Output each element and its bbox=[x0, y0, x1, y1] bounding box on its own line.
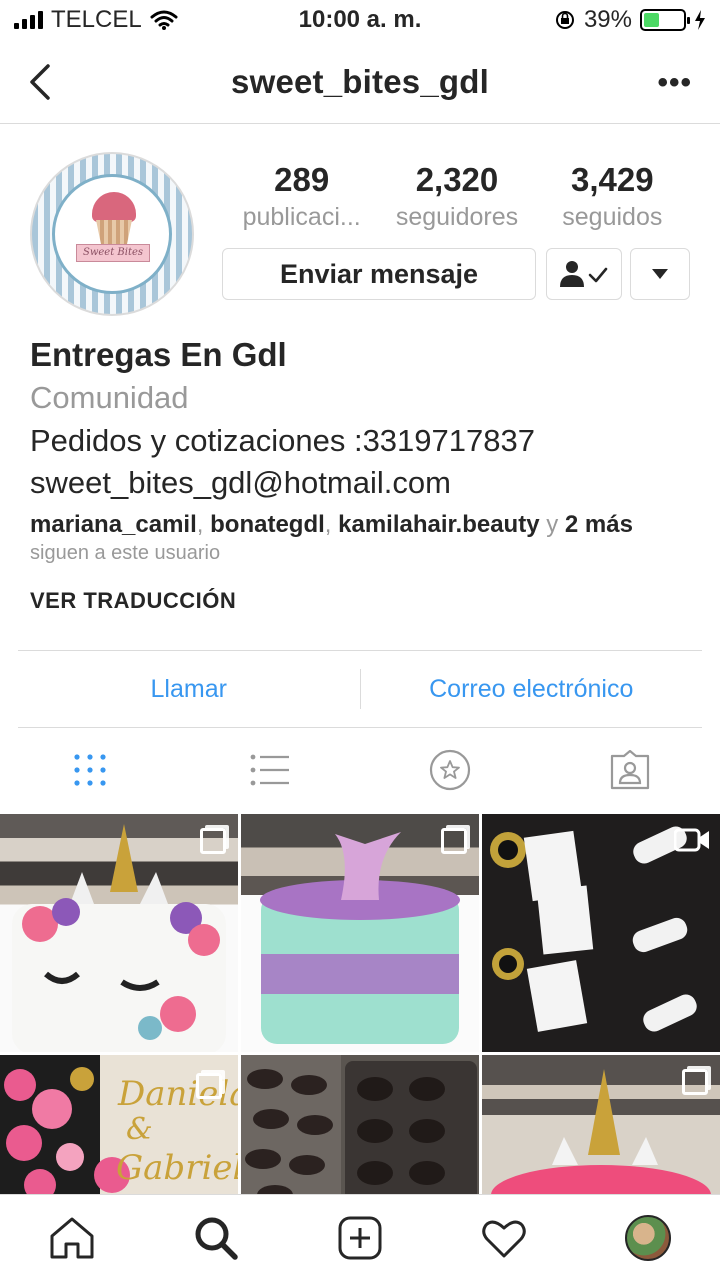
post-tile-wedding-decor[interactable]: Daniela & Gabriel bbox=[0, 1055, 238, 1205]
home-icon[interactable] bbox=[49, 1216, 95, 1260]
contact-bar: Llamar Correo electrónico bbox=[18, 650, 702, 728]
stat-label: publicaci... bbox=[242, 203, 361, 231]
suggested-dropdown-button[interactable] bbox=[630, 248, 690, 300]
carousel-icon bbox=[200, 828, 226, 854]
nav-profile[interactable] bbox=[576, 1214, 720, 1261]
tab-favorites[interactable] bbox=[360, 749, 540, 791]
separator: , bbox=[324, 511, 339, 538]
triangle-down-icon bbox=[652, 269, 668, 279]
bottom-navigation-bar bbox=[0, 1194, 720, 1280]
tab-tagged[interactable] bbox=[540, 750, 720, 790]
battery-fill bbox=[644, 13, 659, 27]
list-icon[interactable] bbox=[250, 753, 290, 787]
tile-script-text-3: Gabriel bbox=[116, 1148, 238, 1188]
nav-activity[interactable] bbox=[432, 1217, 576, 1259]
bio-email-line: sweet_bites_gdl@hotmail.com bbox=[30, 465, 451, 500]
stat-following[interactable]: 3,429 seguidos bbox=[535, 160, 690, 234]
profile-category: Comunidad bbox=[30, 380, 189, 415]
nav-search[interactable] bbox=[144, 1216, 288, 1260]
stat-value: 289 bbox=[274, 161, 330, 198]
cupcake-wrapper-shape bbox=[96, 220, 132, 246]
post-tile-unicorn-cake-2[interactable] bbox=[482, 1055, 720, 1205]
bio-phone-line: Pedidos y cotizaciones :3319717837 bbox=[30, 423, 535, 458]
treats-illustration bbox=[241, 1055, 477, 1205]
battery-percent: 39% bbox=[583, 6, 632, 33]
battery-icon bbox=[640, 9, 690, 31]
stat-label: seguidores bbox=[395, 203, 519, 231]
stat-value: 2,320 bbox=[415, 161, 499, 198]
email-button[interactable]: Correo electrónico bbox=[361, 675, 703, 704]
activity-icon[interactable] bbox=[481, 1217, 527, 1259]
back-chevron-icon[interactable] bbox=[22, 62, 62, 102]
carrier-name: TELCEL bbox=[51, 6, 142, 33]
wifi-icon bbox=[150, 10, 178, 30]
post-tile-unicorn-cake[interactable] bbox=[0, 814, 238, 1052]
status-bar: TELCEL 10:00 a. m. 39% bbox=[0, 0, 720, 40]
followed-more-prefix: y bbox=[546, 511, 559, 538]
followed-by-line[interactable]: mariana_camil, bonategdl, kamilahair.bea… bbox=[30, 511, 633, 539]
orientation-lock-icon bbox=[555, 11, 574, 29]
profile-nav-header: sweet_bites_gdl ••• bbox=[0, 40, 720, 124]
stat-label: seguidos bbox=[562, 203, 663, 231]
charging-bolt-icon bbox=[695, 10, 705, 30]
carousel-icon bbox=[682, 1069, 708, 1095]
profile-bio: Entregas En Gdl Comunidad Pedidos y coti… bbox=[30, 334, 700, 504]
post-tile-graduation-cupcakes[interactable] bbox=[482, 814, 720, 1052]
post-grid: Daniela & Gabriel bbox=[0, 814, 720, 1205]
video-camera-icon bbox=[674, 828, 709, 852]
send-message-button[interactable]: Enviar mensaje bbox=[222, 248, 536, 300]
call-button[interactable]: Llamar bbox=[18, 675, 360, 704]
following-button[interactable] bbox=[546, 248, 622, 300]
profile-stats: 289 publicaci... 2,320 seguidores 3,429 … bbox=[224, 160, 690, 234]
followed-more-count[interactable]: 2 más bbox=[565, 511, 633, 538]
profile-display-name: Entregas En Gdl bbox=[30, 336, 287, 373]
tile-script-text-2: & bbox=[126, 1112, 153, 1147]
battery-group: 39% bbox=[554, 6, 706, 34]
nav-new-post[interactable] bbox=[288, 1216, 432, 1260]
carrier-group: TELCEL bbox=[14, 6, 178, 34]
post-tile-mermaid-cake[interactable] bbox=[241, 814, 479, 1052]
tab-list[interactable] bbox=[180, 753, 360, 787]
post-tile-chocolate-treats[interactable] bbox=[241, 1055, 479, 1205]
carousel-icon bbox=[196, 1073, 222, 1099]
new-post-icon[interactable] bbox=[338, 1216, 382, 1260]
signal-icon bbox=[14, 11, 43, 29]
separator: , bbox=[196, 511, 211, 538]
followed-by-subtitle: siguen a este usuario bbox=[30, 542, 221, 564]
search-icon[interactable] bbox=[194, 1216, 238, 1260]
profile-avatar[interactable]: Sweet Bites bbox=[30, 152, 194, 316]
profile-tab-bar bbox=[0, 740, 720, 800]
more-options-icon[interactable]: ••• bbox=[657, 66, 692, 100]
follower-name[interactable]: kamilahair.beauty bbox=[338, 511, 539, 538]
stat-followers[interactable]: 2,320 seguidores bbox=[379, 160, 534, 234]
tagged-icon[interactable] bbox=[610, 750, 650, 790]
username-title: sweet_bites_gdl bbox=[231, 62, 489, 100]
nav-home[interactable] bbox=[0, 1216, 144, 1260]
carousel-icon bbox=[441, 828, 467, 854]
follower-name[interactable]: mariana_camil bbox=[30, 511, 197, 538]
follower-name[interactable]: bonategdl bbox=[210, 511, 325, 538]
stat-posts[interactable]: 289 publicaci... bbox=[224, 160, 379, 234]
star-icon[interactable] bbox=[429, 749, 471, 791]
avatar-logo-text: Sweet Bites bbox=[76, 244, 150, 262]
person-check-icon bbox=[560, 261, 608, 287]
tab-grid[interactable] bbox=[0, 753, 180, 787]
profile-icon[interactable] bbox=[625, 1214, 671, 1261]
stat-value: 3,429 bbox=[571, 161, 654, 198]
grid-icon[interactable] bbox=[73, 753, 107, 787]
see-translation-link[interactable]: VER TRADUCCIÓN bbox=[30, 588, 236, 614]
